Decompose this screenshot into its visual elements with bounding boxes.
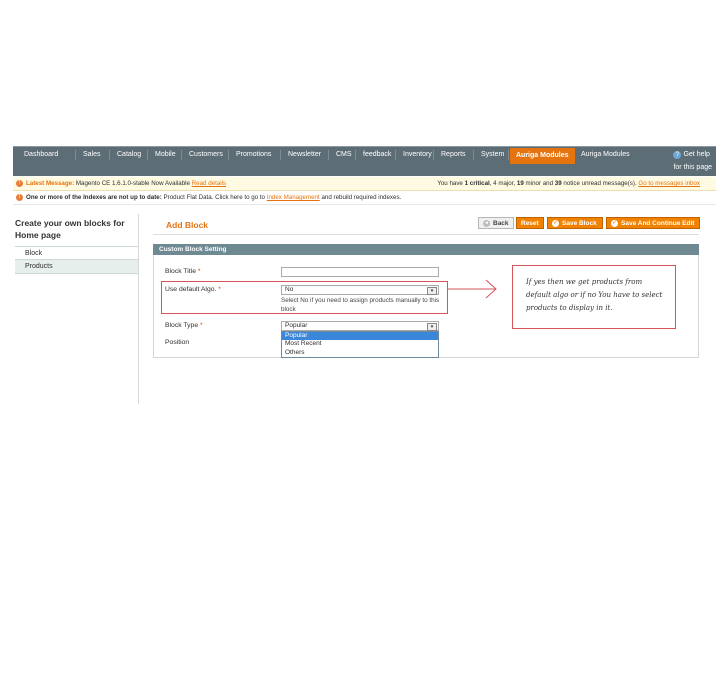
help-link[interactable]: ? Get help for this page bbox=[673, 148, 712, 174]
back-button[interactable]: ◂ Back bbox=[478, 217, 514, 229]
nav-item-cms[interactable]: CMS bbox=[330, 147, 358, 163]
save-label: Save Block bbox=[562, 220, 597, 227]
nav-separator bbox=[228, 150, 229, 160]
notice-summary: You have 1 critical, 4 major, 19 minor a… bbox=[437, 177, 700, 190]
nav-separator bbox=[280, 150, 281, 160]
index-message-rest: and rebuild required indexes. bbox=[321, 194, 402, 201]
section-title: Custom Block Setting bbox=[153, 244, 699, 255]
chevron-down-icon: ▾ bbox=[427, 287, 437, 295]
nav-separator bbox=[181, 150, 182, 160]
nav-item-system[interactable]: System bbox=[475, 147, 510, 163]
reset-button[interactable]: Reset bbox=[516, 217, 544, 229]
back-icon: ◂ bbox=[483, 219, 490, 227]
help-icon: ? bbox=[673, 151, 682, 159]
nav-item-sales[interactable]: Sales bbox=[77, 147, 107, 163]
required-mark: * bbox=[200, 322, 203, 329]
block-title-input[interactable] bbox=[281, 267, 439, 277]
nav-separator bbox=[573, 150, 574, 160]
default-algo-label-text: Use default Algo. bbox=[165, 286, 217, 293]
nav-item-auriga-modules[interactable]: Auriga Modules bbox=[575, 147, 636, 163]
block-type-dropdown[interactable]: Popular Most Recent Others bbox=[281, 331, 439, 358]
nav-separator bbox=[109, 150, 110, 160]
block-type-label: Block Type * bbox=[165, 322, 203, 329]
notice-prefix: You have bbox=[437, 180, 463, 187]
latest-message-text: Magento CE 1.6.1.0-stable Now Available bbox=[75, 180, 190, 187]
nav-separator bbox=[328, 150, 329, 160]
read-details-link[interactable]: Read details bbox=[192, 180, 226, 187]
required-mark: * bbox=[218, 286, 221, 293]
notice-minor-count: 19 bbox=[516, 180, 524, 187]
messages-inbox-link[interactable]: Go to messages inbox bbox=[638, 180, 700, 187]
nav-item-newsletter[interactable]: Newsletter bbox=[282, 147, 327, 163]
block-title-label-text: Block Title bbox=[165, 268, 196, 275]
notice-major: , 4 major, bbox=[489, 180, 516, 187]
save-continue-button[interactable]: ✓ Save And Continue Edit bbox=[606, 217, 700, 229]
nav-separator bbox=[508, 150, 509, 160]
notice-critical: critical bbox=[469, 180, 490, 187]
index-management-link[interactable]: Index Management bbox=[267, 194, 320, 201]
nav-item-reports[interactable]: Reports bbox=[435, 147, 472, 163]
sidebar-title: Create your own blocks for Home page bbox=[15, 218, 125, 240]
index-message-text: Product Flat Data. Click here to go to bbox=[163, 194, 266, 201]
nav-item-feedback[interactable]: feedback bbox=[357, 147, 397, 163]
dropdown-option[interactable]: Others bbox=[282, 349, 438, 357]
annotation-note: If yes then we get products from default… bbox=[512, 265, 676, 329]
nav-separator bbox=[75, 150, 76, 160]
save-continue-label: Save And Continue Edit bbox=[621, 220, 695, 227]
nav-item-mobile[interactable]: Mobile bbox=[149, 147, 182, 163]
back-label: Back bbox=[493, 220, 509, 227]
header-divider bbox=[153, 234, 699, 235]
default-algo-select[interactable]: No ▾ bbox=[281, 285, 439, 295]
required-mark: * bbox=[197, 268, 201, 275]
annotation-arrow bbox=[448, 279, 497, 299]
default-algo-label: Use default Algo. * bbox=[165, 286, 221, 293]
notice-critical-count: 1 bbox=[464, 180, 469, 187]
tab-block[interactable]: Block bbox=[15, 246, 138, 260]
nav-separator bbox=[355, 150, 356, 160]
block-type-value: Popular bbox=[285, 322, 308, 329]
nav-item-customers[interactable]: Customers bbox=[183, 147, 229, 163]
page-title: Add Block bbox=[166, 220, 209, 230]
notice-minor: minor and bbox=[525, 180, 554, 187]
default-algo-hint: Select No if you need to assign products… bbox=[281, 297, 440, 313]
index-message-label: One or more of the Indexes are not up to… bbox=[26, 194, 162, 201]
dropdown-option[interactable]: Popular bbox=[282, 332, 438, 341]
nav-item-inventory[interactable]: Inventory bbox=[397, 147, 438, 163]
block-type-label-text: Block Type bbox=[165, 322, 199, 329]
tab-products[interactable]: Products bbox=[15, 260, 138, 274]
save-block-button[interactable]: ✓ Save Block bbox=[547, 217, 603, 229]
nav-separator bbox=[473, 150, 474, 160]
nav-separator bbox=[395, 150, 396, 160]
nav-item-promotions[interactable]: Promotions bbox=[230, 147, 277, 163]
nav-item-catalog[interactable]: Catalog bbox=[111, 147, 147, 163]
default-algo-value: No bbox=[285, 286, 294, 293]
index-message-bar: ! One or more of the Indexes are not up t… bbox=[13, 191, 716, 205]
top-nav: Dashboard Sales Catalog Mobile Customers Prom… bbox=[13, 146, 716, 176]
help-label: Get help bbox=[683, 151, 710, 158]
save-continue-icon: ✓ bbox=[611, 219, 618, 227]
block-title-label: Block Title * bbox=[165, 268, 201, 275]
latest-message-label: Latest Message: bbox=[26, 180, 75, 187]
alert-icon: ! bbox=[16, 193, 23, 201]
nav-separator bbox=[433, 150, 434, 160]
chevron-down-icon: ▾ bbox=[427, 323, 437, 331]
help-sublabel: for this page bbox=[673, 164, 712, 171]
notice-count: 39 bbox=[554, 180, 562, 187]
save-icon: ✓ bbox=[552, 219, 559, 227]
block-type-select[interactable]: Popular ▾ bbox=[281, 321, 439, 331]
nav-separator bbox=[147, 150, 148, 160]
dropdown-option[interactable]: Most Recent bbox=[282, 340, 438, 348]
position-label: Position bbox=[165, 339, 190, 346]
notice-rest: notice unread message(s). bbox=[563, 180, 637, 187]
nav-item-auriga-modules[interactable]: Auriga Modules bbox=[510, 148, 575, 164]
reset-label: Reset bbox=[521, 220, 539, 227]
alert-icon: ! bbox=[16, 179, 23, 187]
sidebar-divider bbox=[138, 214, 139, 404]
latest-message-bar: ! Latest Message: Magento CE 1.6.1.0-stab… bbox=[13, 177, 716, 191]
nav-item-dashboard[interactable]: Dashboard bbox=[18, 147, 64, 163]
